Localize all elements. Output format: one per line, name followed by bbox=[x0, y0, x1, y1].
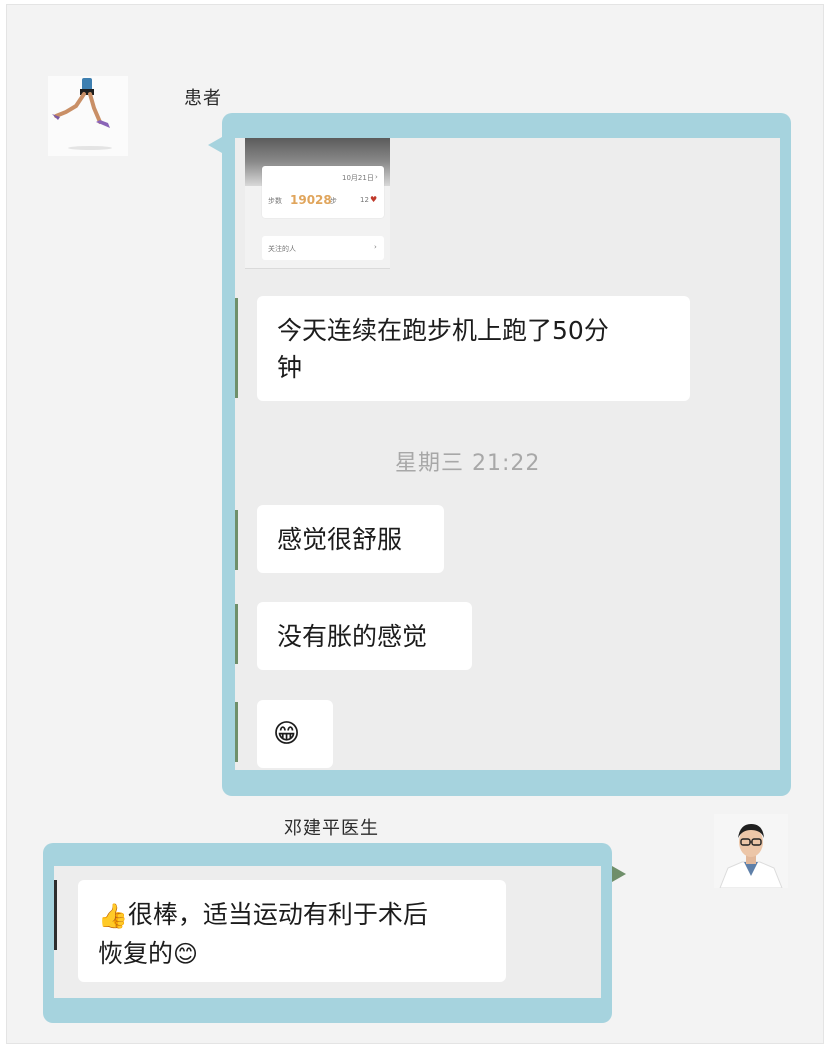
message-bubble[interactable]: 感觉很舒服 bbox=[257, 505, 444, 573]
chat-screenshot: 患者 10月21日 › 步数 19028 步 12 ♥ 关注的人 › 今天连续在… bbox=[0, 0, 830, 1050]
patient-name: 患者 bbox=[184, 88, 222, 109]
step-screenshot-image[interactable]: 10月21日 › 步数 19028 步 12 ♥ 关注的人 › bbox=[245, 138, 390, 269]
message-bubble[interactable]: 👍很棒，适当运动有利于术后 恢复的😊 bbox=[78, 880, 506, 982]
runner-icon bbox=[52, 78, 112, 150]
thumbs-up-icon: 👍 bbox=[98, 901, 128, 930]
steps-label: 步数 bbox=[268, 197, 282, 205]
message-bubble[interactable]: 今天连续在跑步机上跑了50分 钟 bbox=[257, 296, 690, 401]
likes-count: 12 bbox=[360, 196, 369, 204]
heart-icon: ♥ bbox=[370, 195, 378, 204]
message-text: 感觉很舒服 bbox=[277, 525, 403, 554]
left-edge-stripe bbox=[235, 702, 238, 762]
message-text: 恢复的 bbox=[98, 938, 174, 968]
patient-avatar[interactable] bbox=[48, 76, 128, 156]
steps-unit: 步 bbox=[330, 197, 337, 205]
doctor-avatar[interactable] bbox=[714, 814, 788, 888]
steps-value: 19028 bbox=[290, 193, 332, 207]
doctor-message-list: 👍很棒，适当运动有利于术后 恢复的😊 bbox=[54, 866, 601, 998]
message-text: 很棒，适当运动有利于术后 bbox=[127, 900, 428, 929]
chevron-right-icon: › bbox=[374, 243, 377, 251]
step-date: 10月21日 bbox=[342, 174, 374, 182]
left-edge-stripe bbox=[54, 880, 57, 950]
patient-message-list: 10月21日 › 步数 19028 步 12 ♥ 关注的人 › 今天连续在跑步机… bbox=[235, 138, 780, 770]
left-edge-stripe bbox=[235, 604, 238, 664]
timestamp: 星期三 21:22 bbox=[395, 451, 541, 476]
step-card: 10月21日 › 步数 19028 步 12 ♥ bbox=[262, 166, 384, 218]
message-text: 没有胀的感觉 bbox=[277, 622, 428, 651]
message-line: 👍很棒，适当运动有利于术后 bbox=[98, 896, 486, 935]
message-bubble[interactable]: 😁 bbox=[257, 700, 333, 768]
doctor-name: 邓建平医生 bbox=[284, 818, 379, 839]
doctor-frame-tail bbox=[612, 866, 626, 882]
smile-emoji-icon: 😊 bbox=[173, 940, 199, 968]
message-bubble[interactable]: 没有胀的感觉 bbox=[257, 602, 472, 670]
message-line: 今天连续在跑步机上跑了50分 bbox=[277, 316, 609, 345]
left-edge-stripe bbox=[235, 298, 238, 398]
patient-frame-tail bbox=[208, 137, 222, 153]
grin-emoji-icon: 😁 bbox=[273, 718, 301, 749]
doctor-portrait-icon bbox=[714, 814, 788, 888]
follow-label: 关注的人 bbox=[268, 245, 296, 253]
follow-row: 关注的人 › bbox=[262, 236, 384, 260]
left-edge-stripe bbox=[235, 510, 238, 570]
message-line: 钟 bbox=[277, 353, 303, 382]
chevron-right-icon: › bbox=[375, 173, 378, 181]
message-line: 恢复的😊 bbox=[98, 935, 486, 974]
